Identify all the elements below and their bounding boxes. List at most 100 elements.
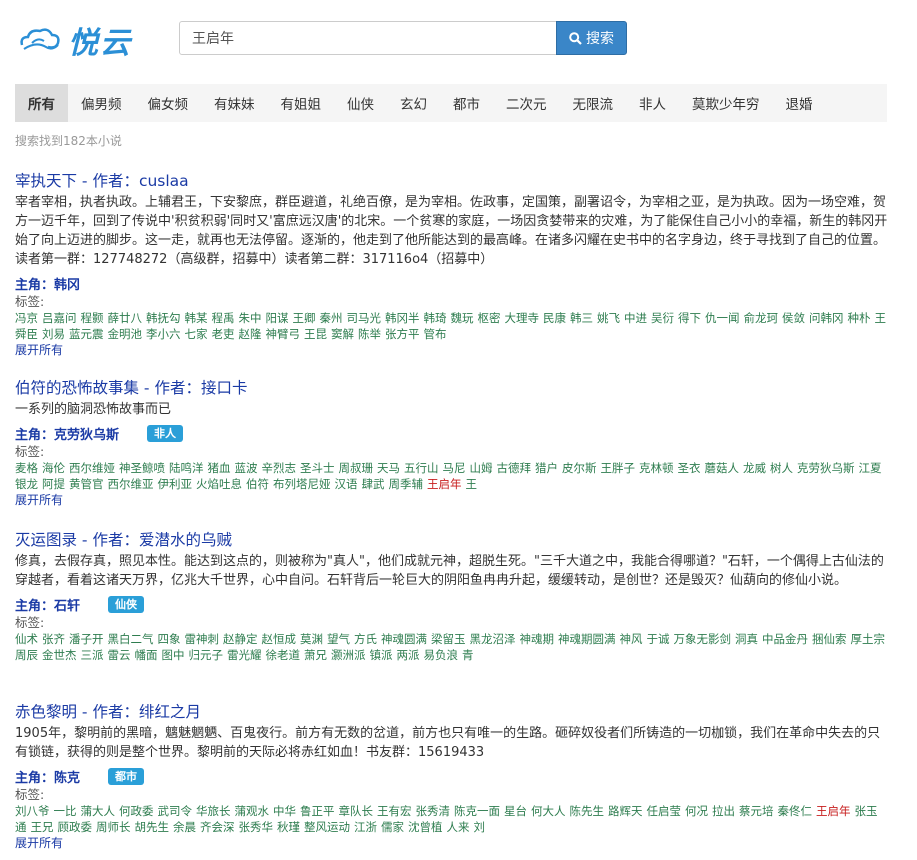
tag-link[interactable]: 薛廿八 [108,311,143,325]
tag-link[interactable]: 王兄 [31,820,54,834]
tag-link[interactable]: 金世杰 [42,648,77,662]
tag-link[interactable]: 神臂弓 [266,327,301,341]
tag-link[interactable]: 五行山 [404,461,439,475]
tag-link[interactable]: 海伦 [42,461,65,475]
tag-link[interactable]: 蓝波 [235,461,258,475]
tag-link[interactable]: 莫渊 [300,632,323,646]
tag-link[interactable]: 陆鸣洋 [169,461,204,475]
tag-link[interactable]: 黑龙沼泽 [470,632,516,646]
tag-link[interactable]: 望气 [327,632,350,646]
tag-link[interactable]: 陈举 [358,327,381,341]
tag-link[interactable]: 张齐 [42,632,65,646]
tag-link[interactable]: 归元子 [189,648,224,662]
tag-link[interactable]: 韩某 [185,311,208,325]
tag-link[interactable]: 西尔维娅 [69,461,115,475]
tag-link[interactable]: 刘易 [42,327,65,341]
tag-link[interactable]: 管布 [424,327,447,341]
tag-link[interactable]: 洞真 [735,632,758,646]
novel-title-link[interactable]: 伯符的恐怖故事集 - 作者：接口卡 [15,377,890,399]
tag-link[interactable]: 武司令 [158,804,193,818]
genre-badge[interactable]: 非人 [147,424,184,442]
tag-link[interactable]: 王昆 [304,327,327,341]
tag-link[interactable]: 冯京 [15,311,38,325]
tag-link[interactable]: 神魂圆满 [381,632,427,646]
tag-link[interactable]: 李小六 [146,327,181,341]
tag-link[interactable]: 民康 [543,311,566,325]
tag-link[interactable]: 胡先生 [135,820,170,834]
tag-link[interactable]: 金明池 [108,327,143,341]
tag-link[interactable]: 皮尔斯 [562,461,597,475]
tag-link[interactable]: 神圣鲸喷 [119,461,165,475]
tag-link[interactable]: 华旅长 [196,804,231,818]
tag-link[interactable]: 蓝元震 [69,327,104,341]
search-button[interactable]: 搜索 [556,21,627,55]
tag-link[interactable]: 万象无影剑 [674,632,732,646]
tag-link[interactable]: 侯敛 [782,311,805,325]
tag-link[interactable]: 路辉天 [608,804,643,818]
tag-link[interactable]: 问韩冈 [809,311,844,325]
nav-tab[interactable]: 仙侠 [334,84,387,122]
tag-link[interactable]: 银龙 [15,477,38,491]
tag-link[interactable]: 汉语 [335,477,358,491]
tag-link[interactable]: 王有宏 [377,804,412,818]
tag-link[interactable]: 灏洲派 [331,648,366,662]
tag-link[interactable]: 司马光 [347,311,382,325]
tag-link[interactable]: 韩冈半 [385,311,420,325]
tag-link[interactable]: 赵静定 [223,632,258,646]
tag-link[interactable]: 厚土宗 [851,632,886,646]
nav-tab[interactable]: 都市 [440,84,493,122]
tag-link[interactable]: 任启莹 [647,804,682,818]
tag-link[interactable]: 蔡元培 [739,804,774,818]
tag-link[interactable]: 古德拜 [497,461,532,475]
tag-link[interactable]: 整风运动 [304,820,350,834]
tag-link[interactable]: 神魂期圆满 [558,632,616,646]
tag-link[interactable]: 韩琦 [424,311,447,325]
tag-link[interactable]: 赵隆 [239,327,262,341]
tag-link[interactable]: 于诚 [647,632,670,646]
tag-link[interactable]: 程颢 [81,311,104,325]
tag-link[interactable]: 马尼 [443,461,466,475]
tag-link[interactable]: 俞龙珂 [744,311,779,325]
tag-link[interactable]: 王胖子 [601,461,636,475]
tag-link[interactable]: 人来 [447,820,470,834]
tag-link[interactable]: 姚飞 [597,311,620,325]
nav-tab[interactable]: 二次元 [493,84,560,122]
tag-link[interactable]: 麦格 [15,461,38,475]
site-logo[interactable]: 悦云 [18,20,138,61]
novel-title-link[interactable]: 赤色黎明 - 作者：绯红之月 [15,701,890,723]
tag-link[interactable]: 两派 [397,648,420,662]
nav-tab[interactable]: 所有 [15,84,68,122]
nav-tab[interactable]: 无限流 [560,84,627,122]
tag-link[interactable]: 黑白二气 [108,632,154,646]
tag-link[interactable]: 陈先生 [570,804,605,818]
tag-link[interactable]: 沈曾植 [408,820,443,834]
tag-link[interactable]: 阿提 [42,477,65,491]
nav-tab[interactable]: 有姐姐 [268,84,335,122]
tag-link[interactable]: 种朴 [848,311,871,325]
tag-link[interactable]: 章队长 [339,804,374,818]
tag-link[interactable]: 青 [462,648,474,662]
tag-link[interactable]: 萧兄 [304,648,327,662]
tag-link[interactable]: 魏玩 [451,311,474,325]
tag-link[interactable]: 张方平 [385,327,420,341]
tag-link[interactable]: 三派 [81,648,104,662]
nav-tab[interactable]: 偏女频 [135,84,202,122]
tag-link[interactable]: 阳谋 [266,311,289,325]
tag-link[interactable]: 捆仙索 [812,632,847,646]
genre-badge[interactable]: 都市 [108,767,145,785]
novel-title-link[interactable]: 灭运图录 - 作者：爱潜水的乌贼 [15,529,890,551]
nav-tab[interactable]: 莫欺少年穷 [679,84,773,122]
tag-link[interactable]: 梁留玉 [431,632,466,646]
tag-link[interactable]: 王 [466,477,478,491]
expand-all-link[interactable]: 展开所有 [15,492,890,508]
tag-link[interactable]: 周师长 [96,820,131,834]
tag-link[interactable]: 镇派 [370,648,393,662]
tag-link[interactable]: 仇一闻 [705,311,740,325]
tag-link[interactable]: 蘑菇人 [705,461,740,475]
novel-title-link[interactable]: 宰执天下 - 作者：cuslaa [15,170,890,192]
tag-link[interactable]: 蒲观水 [235,804,270,818]
tag-link[interactable]: 圣斗士 [300,461,335,475]
tag-link[interactable]: 刘 [474,820,486,834]
tag-link[interactable]: 雷光耀 [227,648,262,662]
tag-link[interactable]: 周辰 [15,648,38,662]
